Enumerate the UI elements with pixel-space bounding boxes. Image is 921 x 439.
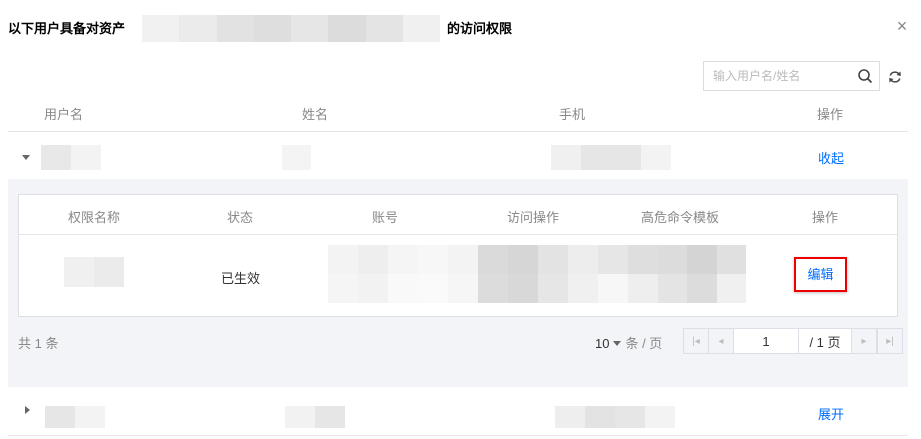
- row-divider: [8, 435, 908, 436]
- dialog-title-suffix: 的访问权限: [447, 21, 513, 36]
- edit-button[interactable]: 编辑: [796, 259, 845, 290]
- search-icon[interactable]: [857, 68, 873, 84]
- column-header-action: 操作: [817, 107, 844, 122]
- collapse-link[interactable]: 收起: [818, 148, 844, 167]
- page-size-value: 10: [595, 336, 610, 351]
- permission-name-redacted: [64, 257, 124, 287]
- collapse-caret-icon[interactable]: [22, 155, 30, 160]
- dialog-title: 以下用户具备对资产: [8, 21, 126, 36]
- column-header-status: 状态: [227, 210, 254, 225]
- search-box: [703, 61, 880, 91]
- first-page-icon[interactable]: |◂: [684, 329, 709, 353]
- column-header-phone: 手机: [559, 107, 586, 122]
- column-header-username: 用户名: [44, 107, 84, 122]
- pager: |◂ ◂ / 1 页 ▸ ▸|: [683, 328, 903, 354]
- total-count: 共 1 条: [18, 336, 59, 351]
- high-risk-template-redacted: [628, 245, 746, 303]
- edit-button-highlight[interactable]: 编辑: [794, 257, 847, 292]
- username-redacted: [45, 406, 105, 428]
- chevron-down-icon: [613, 341, 622, 347]
- column-header-permission-action: 操作: [812, 210, 839, 225]
- total-pages: / 1 页: [799, 329, 852, 353]
- column-header-permission-name: 权限名称: [68, 210, 121, 225]
- status-text: 已生效: [221, 271, 261, 286]
- close-icon[interactable]: ×: [893, 17, 911, 35]
- expand-caret-icon[interactable]: [25, 406, 30, 414]
- page-size-unit: 条 / 页: [625, 336, 663, 351]
- permission-header-divider: [19, 234, 897, 235]
- phone-redacted: [555, 406, 675, 428]
- column-header-name: 姓名: [302, 107, 329, 122]
- next-page-icon[interactable]: ▸: [852, 329, 877, 353]
- page-number-input[interactable]: [734, 329, 799, 353]
- column-header-access-operation: 访问操作: [507, 210, 560, 225]
- last-page-icon[interactable]: ▸|: [877, 329, 902, 353]
- phone-redacted: [551, 145, 671, 170]
- page-size-select[interactable]: 10 条 / 页: [595, 333, 662, 352]
- column-header-account: 账号: [372, 210, 399, 225]
- access-operation-redacted: [478, 245, 628, 303]
- name-redacted: [285, 406, 345, 428]
- prev-page-icon[interactable]: ◂: [709, 329, 734, 353]
- search-input[interactable]: [704, 62, 853, 90]
- expand-link[interactable]: 展开: [818, 404, 844, 423]
- column-header-high-risk-template: 高危命令模板: [641, 210, 720, 225]
- header-divider: [8, 131, 908, 132]
- username-redacted: [41, 145, 101, 170]
- name-redacted: [282, 145, 311, 170]
- refresh-icon[interactable]: [887, 69, 903, 85]
- account-redacted: [328, 245, 478, 303]
- asset-name-redacted: [142, 15, 440, 42]
